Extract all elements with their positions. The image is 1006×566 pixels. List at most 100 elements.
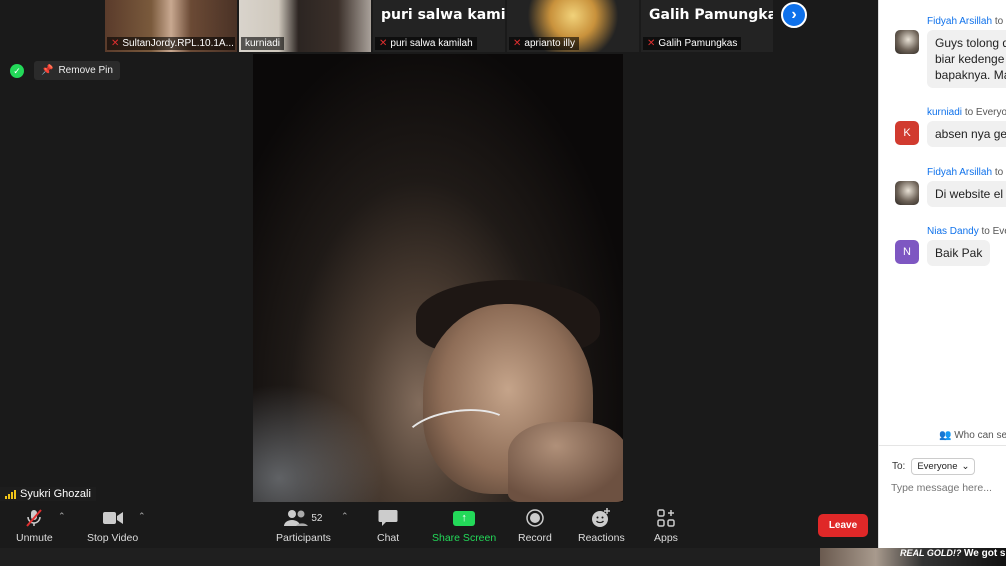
- chat-message-header: Fidyah Arsillah to: [927, 167, 1006, 178]
- gallery-strip: ✕ SultanJordy.RPL.10.1A... kurniadi puri …: [105, 0, 775, 52]
- remove-pin-button[interactable]: 📌 Remove Pin: [34, 61, 120, 80]
- record-icon: [526, 507, 544, 529]
- chat-message-header: Nias Dandy to Eve: [927, 226, 1006, 237]
- record-button[interactable]: Record: [518, 507, 552, 544]
- participants-label: Participants: [276, 532, 331, 544]
- chat-sender: Fidyah Arsillah: [927, 167, 993, 178]
- who-can-see-link[interactable]: 👥 Who can se: [939, 430, 1006, 441]
- participant-name: kurniadi: [245, 38, 281, 49]
- chat-message-header: kurniadi to Everyo: [927, 107, 1006, 118]
- participant-name: Galih Pamungkas: [658, 38, 738, 49]
- chat-text: Di website el: [935, 187, 1004, 201]
- apps-label: Apps: [654, 532, 678, 544]
- chat-message: Fidyah Arsillah to Guys tolong d biar ke…: [895, 16, 1006, 88]
- avatar: [895, 30, 919, 54]
- recipient-row: To: Everyone ⌄: [892, 458, 976, 475]
- chat-bubble: Di website el: [927, 181, 1006, 207]
- share-screen-label: Share Screen: [432, 532, 497, 544]
- leave-button[interactable]: Leave: [818, 514, 868, 537]
- chat-bubble: Baik Pak: [927, 240, 991, 266]
- participant-name: SultanJordy.RPL.10.1A...: [122, 38, 234, 49]
- chat-divider: [879, 445, 1006, 446]
- video-camera-icon: [102, 507, 124, 529]
- participant-tile[interactable]: puri salwa kami... ✕puri salwa kamilah: [373, 0, 505, 52]
- muted-mic-icon: ✕: [647, 38, 656, 49]
- unmute-button[interactable]: Unmute: [16, 507, 53, 544]
- chat-recipient: to: [994, 16, 1004, 27]
- chat-sender: Nias Dandy: [927, 226, 979, 237]
- muted-mic-icon: ✕: [379, 38, 388, 49]
- background-glow: [253, 384, 383, 502]
- audio-options-caret[interactable]: ⌃: [58, 511, 66, 522]
- chat-recipient: to: [994, 167, 1004, 178]
- stop-video-button[interactable]: Stop Video: [87, 507, 138, 544]
- participant-name: aprianto illy: [524, 38, 575, 49]
- avatar: [895, 181, 919, 205]
- chat-label: Chat: [377, 532, 400, 544]
- chat-message: kurniadi to Everyo K absen nya ge: [895, 107, 1006, 147]
- participant-name-tag: ✕ SultanJordy.RPL.10.1A...: [107, 37, 235, 50]
- participant-name-tag: ✕ puri salwa kamilah: [375, 37, 477, 50]
- chat-text: absen nya ge: [935, 127, 1006, 141]
- chevron-right-icon: ›: [791, 6, 797, 23]
- share-screen-button[interactable]: ↑ Share Screen: [432, 507, 496, 544]
- remove-pin-label: Remove Pin: [58, 65, 113, 76]
- chat-message: Fidyah Arsillah to Di website el: [895, 167, 1006, 207]
- chat-bubble: Guys tolong d biar kedenge bapaknya. Ma: [927, 30, 1006, 88]
- apps-icon: [657, 507, 675, 529]
- next-page-button[interactable]: ›: [781, 2, 807, 28]
- participant-tile[interactable]: Galih Pamungkas ✕ Galih Pamungkas: [641, 0, 773, 52]
- participant-name-tag: ✕ Galih Pamungkas: [643, 37, 742, 50]
- participants-button[interactable]: 52 Participants: [276, 507, 331, 544]
- muted-mic-icon: [24, 507, 44, 529]
- chat-bubble: absen nya ge: [927, 121, 1006, 147]
- participants-options-caret[interactable]: ⌃: [341, 511, 349, 522]
- who-can-see-label: Who can se: [954, 430, 1006, 441]
- chat-sender: kurniadi: [927, 107, 963, 118]
- recipient-select[interactable]: Everyone ⌄: [911, 458, 976, 475]
- chat-bubble-icon: [378, 507, 398, 529]
- chat-message-header: Fidyah Arsillah to: [927, 16, 1006, 27]
- participants-count: 52: [311, 512, 323, 524]
- chat-recipient: to Eve: [981, 226, 1006, 237]
- participant-display-name: puri salwa kami...: [381, 7, 505, 23]
- encryption-shield-icon[interactable]: ✓: [10, 64, 24, 78]
- to-label: To:: [892, 461, 906, 472]
- active-speaker-name: Syukri Ghozali: [20, 488, 91, 500]
- zoom-meeting-window: ✕ SultanJordy.RPL.10.1A... kurniadi puri …: [0, 0, 1006, 566]
- avatar: K: [895, 121, 919, 145]
- chat-text: Baik Pak: [935, 246, 983, 260]
- chat-sender: Fidyah Arsillah: [927, 16, 993, 27]
- video-options-caret[interactable]: ⌃: [138, 511, 146, 522]
- record-label: Record: [518, 532, 552, 544]
- video-thumbnail-peek[interactable]: REAL GOLD!? We got s: [820, 548, 1006, 566]
- reactions-button[interactable]: Reactions: [578, 507, 625, 544]
- chat-text: biar kedenge: [935, 52, 1005, 66]
- participant-tile[interactable]: ✕ aprianto illy: [507, 0, 639, 52]
- meeting-toolbar: Unmute ⌃ Stop Video ⌃ 52 Participants ⌃ …: [0, 503, 878, 548]
- speaker-hand: [508, 422, 623, 502]
- chat-button[interactable]: Chat: [377, 507, 399, 544]
- chat-message-input[interactable]: [891, 482, 1003, 494]
- thumbnail-title: We got s: [964, 548, 1006, 559]
- chat-text: bapaknya. Ma: [935, 68, 1006, 82]
- chat-message: Nias Dandy to Eve N Baik Pak: [895, 226, 1006, 266]
- recipient-value: Everyone: [917, 461, 958, 472]
- pin-icon: 📌: [41, 65, 54, 76]
- participants-icon: 52: [284, 507, 322, 529]
- people-icon: 👥: [939, 430, 952, 441]
- participant-tile[interactable]: ✕ SultanJordy.RPL.10.1A...: [105, 0, 237, 52]
- thumbnail-caption: REAL GOLD!?: [900, 548, 962, 558]
- reactions-label: Reactions: [578, 532, 625, 544]
- participant-tile[interactable]: kurniadi: [239, 0, 371, 52]
- muted-mic-icon: ✕: [111, 38, 120, 49]
- muted-mic-icon: ✕: [513, 38, 522, 49]
- participant-name: puri salwa kamilah: [390, 38, 473, 49]
- apps-button[interactable]: Apps: [654, 507, 678, 544]
- participant-display-name: Galih Pamungkas: [649, 7, 773, 23]
- pinned-video: [253, 54, 623, 502]
- active-speaker-tag: Syukri Ghozali: [0, 487, 96, 501]
- unmute-label: Unmute: [16, 532, 53, 544]
- participant-name-tag: ✕ aprianto illy: [509, 37, 579, 50]
- smiley-plus-icon: [591, 507, 611, 529]
